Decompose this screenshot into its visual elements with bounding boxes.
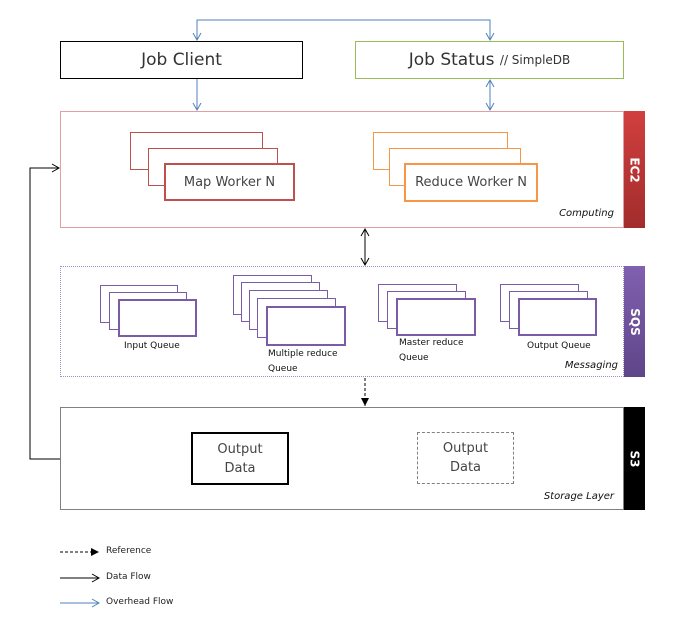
output-queue-label: Output Queue [527, 339, 591, 354]
reduce-worker-label: Reduce Worker N [415, 175, 527, 190]
legend-overhead-flow: Overhead Flow [106, 597, 174, 607]
output-data-box: Output Data [191, 432, 289, 485]
queue-label-line: Multiple reduce [268, 349, 338, 359]
map-worker-box: Map Worker N [164, 163, 295, 201]
output-data-label: Data [449, 460, 482, 475]
sqs-label: SQS [627, 307, 642, 336]
s3-label: S3 [627, 450, 642, 467]
queue-label-line: Input Queue [124, 341, 180, 351]
computing-caption: Computing [559, 208, 614, 219]
input-queue-box [118, 299, 197, 337]
output-data-label: Output [442, 441, 489, 456]
queue-label-line: Master reduce [399, 338, 464, 348]
job-status-label: Job Status [408, 50, 495, 70]
legend-data-flow: Data Flow [106, 572, 151, 582]
multiple-reduce-queue-label: Multiple reduce Queue [268, 347, 338, 377]
output-queue-box [518, 298, 597, 336]
job-client-label: Job Client [141, 50, 222, 70]
job-client-box: Job Client [60, 41, 303, 79]
output-data-dashed-box: Output Data [417, 432, 514, 484]
master-reduce-queue-box [396, 298, 476, 336]
messaging-caption: Messaging [564, 360, 618, 371]
queue-label-line: Output Queue [527, 341, 591, 351]
s3-label-bar: S3 [624, 407, 645, 510]
overhead-flow-top [192, 19, 495, 42]
ec2-label: EC2 [627, 156, 642, 183]
queue-label-line: Queue [268, 364, 298, 374]
job-status-box: Job Status // SimpleDB [355, 41, 624, 79]
reduce-worker-box: Reduce Worker N [404, 163, 538, 202]
multiple-reduce-queue-box [266, 306, 346, 346]
storage-layer-caption: Storage Layer [543, 491, 614, 502]
data-flow-s3-ec2-loop [29, 163, 61, 460]
map-worker-label: Map Worker N [183, 174, 276, 190]
legend-reference: Reference [106, 546, 152, 556]
queue-label-line: Queue [399, 353, 429, 363]
input-queue-label: Input Queue [124, 339, 180, 354]
output-data-label: Data [224, 460, 256, 476]
output-data-label: Output [217, 441, 263, 457]
ec2-label-bar: EC2 [624, 111, 645, 228]
sqs-label-bar: SQS [624, 266, 645, 377]
architecture-diagram: Job Client Job Status // SimpleDB EC2 Ma… [0, 0, 675, 631]
master-reduce-queue-label: Master reduce Queue [399, 336, 464, 366]
simpledb-label: // SimpleDB [499, 53, 571, 67]
